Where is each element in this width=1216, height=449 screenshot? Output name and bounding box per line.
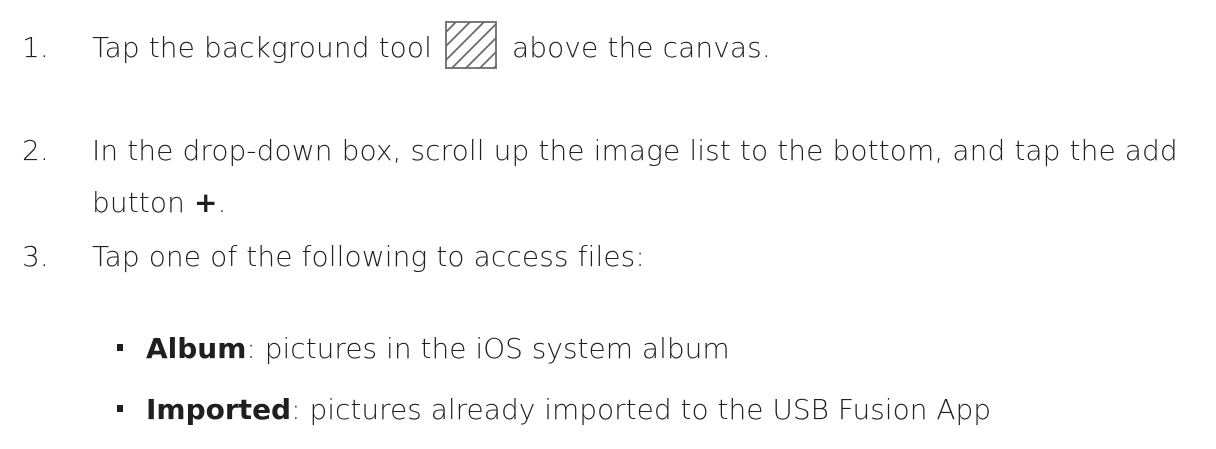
bullet-icon bbox=[117, 344, 123, 351]
option-description: : pictures in the iOS system album bbox=[246, 332, 730, 365]
step-text: Tap one of the following to access files… bbox=[92, 240, 645, 273]
step-number: 3. bbox=[22, 240, 49, 273]
step-number: 2. bbox=[22, 134, 49, 167]
step-text-before-icon: Tap the background tool bbox=[92, 31, 433, 64]
step-text: In the drop-down box, scroll up the imag… bbox=[92, 125, 1202, 229]
step-text-main: In the drop-down box, scroll up the imag… bbox=[92, 134, 1178, 219]
plus-icon: + bbox=[193, 186, 218, 219]
option-description: : pictures already imported to the USB F… bbox=[291, 393, 992, 426]
option-text: Album: pictures in the iOS system album bbox=[146, 323, 730, 375]
instruction-page: 1. Tap the background tool above the can… bbox=[0, 0, 1216, 449]
bullet-icon bbox=[117, 405, 123, 412]
step-number: 1. bbox=[22, 31, 49, 64]
step-text-end: . bbox=[217, 186, 227, 219]
option-term: Imported bbox=[146, 393, 292, 426]
option-term: Album bbox=[146, 332, 247, 365]
step-text-after-icon: above the canvas. bbox=[512, 31, 771, 64]
step-text: Tap the background tool above the canvas… bbox=[92, 20, 1202, 74]
option-text: Imported: pictures already imported to t… bbox=[146, 384, 991, 436]
background-tool-icon bbox=[444, 20, 498, 70]
